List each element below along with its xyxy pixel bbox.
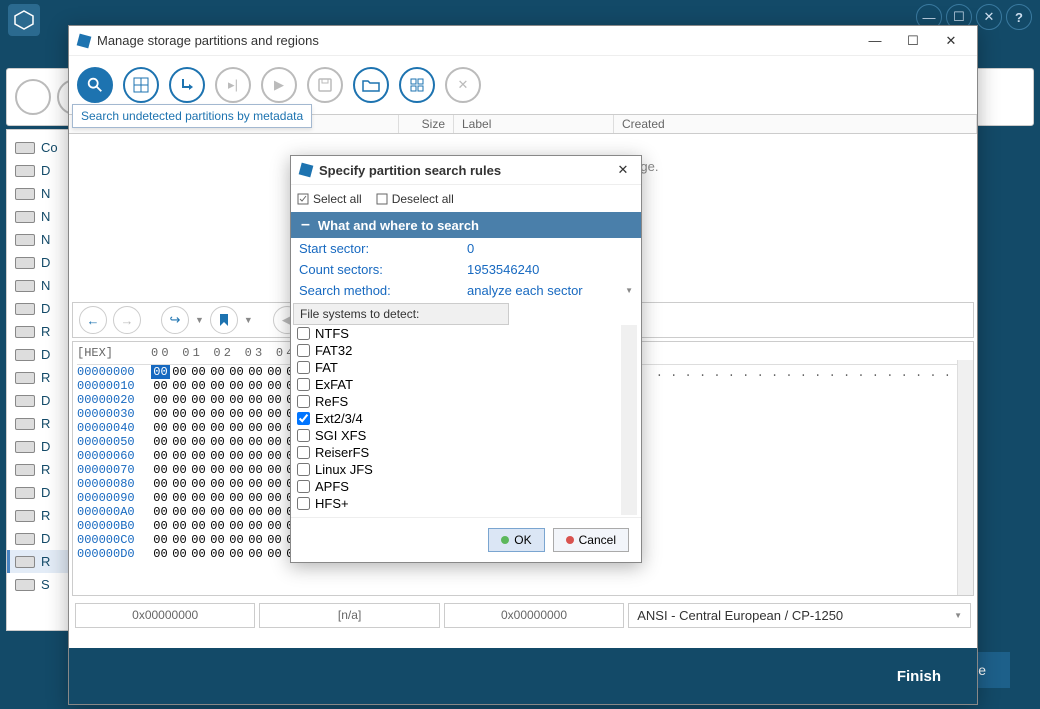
open-folder-button[interactable]	[353, 67, 389, 103]
fs-checkbox-item[interactable]: ReFS	[295, 393, 621, 410]
turn-arrow-button[interactable]	[169, 67, 205, 103]
cancel-x-button[interactable]: ✕	[445, 67, 481, 103]
search-method-label: Search method:	[299, 283, 467, 298]
grid-button[interactable]	[123, 67, 159, 103]
hex-scrollbar[interactable]	[957, 360, 973, 595]
fs-checkbox[interactable]	[297, 378, 310, 391]
fs-checkbox-item[interactable]: FAT32	[295, 342, 621, 359]
nav-back-button[interactable]: ←	[79, 306, 107, 334]
fs-list: ʌ v NTFSFAT32FATExFATReFSExt2/3/4SGI XFS…	[295, 325, 637, 515]
bg-close-icon[interactable]: ✕	[976, 4, 1002, 30]
options-button[interactable]	[399, 67, 435, 103]
start-sector-value[interactable]: 0	[467, 241, 633, 256]
fs-checkbox-item[interactable]: ReiserFS	[295, 444, 621, 461]
status-na: [n/a]	[259, 603, 439, 628]
cancel-dot-icon	[566, 536, 574, 544]
dialog-title: Specify partition search rules	[319, 163, 607, 178]
partition-search-dialog: Specify partition search rules ✕ Select …	[290, 155, 642, 563]
skip-end-button[interactable]: ▸|	[215, 67, 251, 103]
status-offset2: 0x00000000	[444, 603, 624, 628]
dialog-icon	[299, 163, 313, 177]
nav-fwd-button[interactable]: →	[113, 306, 141, 334]
col-size[interactable]: Size	[399, 115, 454, 133]
ok-button[interactable]: OK	[488, 528, 544, 552]
fs-checkbox[interactable]	[297, 463, 310, 476]
maximize-button[interactable]: ☐	[899, 31, 927, 51]
fs-checkbox[interactable]	[297, 497, 310, 510]
count-sectors-value[interactable]: 1953546240	[467, 262, 633, 277]
fs-checkbox-item[interactable]: Linux JFS	[295, 461, 621, 478]
fs-checkbox[interactable]	[297, 429, 310, 442]
status-offset: 0x00000000	[75, 603, 255, 628]
search-method-select[interactable]: analyze each sector	[467, 283, 633, 298]
fs-checkbox-item[interactable]: ExFAT	[295, 376, 621, 393]
fs-checkbox[interactable]	[297, 361, 310, 374]
save-button[interactable]	[307, 67, 343, 103]
col-label[interactable]: Label	[454, 115, 614, 133]
bookmark-button[interactable]	[210, 306, 238, 334]
count-sectors-label: Count sectors:	[299, 262, 467, 277]
minimize-button[interactable]: —	[861, 31, 889, 51]
fs-checkbox[interactable]	[297, 327, 310, 340]
deselect-all-button[interactable]: Deselect all	[376, 192, 454, 206]
play-button[interactable]: ▶	[261, 67, 297, 103]
window-title: Manage storage partitions and regions	[97, 33, 855, 48]
encoding-select[interactable]: ANSI - Central European / CP-1250	[628, 603, 971, 628]
scroll-up-icon[interactable]: ʌ	[621, 475, 637, 491]
close-button[interactable]: ✕	[937, 31, 965, 51]
goto-button[interactable]: ↪	[161, 306, 189, 334]
search-tooltip: Search undetected partitions by metadata	[72, 104, 312, 128]
col-created[interactable]: Created	[614, 115, 977, 133]
fs-checkbox-item[interactable]: SGI XFS	[295, 427, 621, 444]
fs-checkbox-item[interactable]: APFS	[295, 478, 621, 495]
fs-checkbox[interactable]	[297, 395, 310, 408]
collapse-icon: –	[301, 217, 310, 233]
section-header[interactable]: – What and where to search	[291, 212, 641, 238]
select-all-button[interactable]: Select all	[297, 192, 362, 206]
fs-checkbox-item[interactable]: Ext2/3/4	[295, 410, 621, 427]
fs-header: File systems to detect:	[293, 303, 509, 325]
ok-dot-icon	[501, 536, 509, 544]
hex-ascii: . . . . . . . . . . . . . . . . . . . . …	[656, 366, 951, 380]
toolbar: ▸| ▶ ✕ Search undetected partitions by m…	[69, 56, 977, 114]
bg-tool-icon[interactable]	[15, 79, 51, 115]
fs-checkbox[interactable]	[297, 344, 310, 357]
finish-button[interactable]: Finish	[891, 667, 947, 686]
app-logo-icon	[8, 4, 40, 36]
fs-checkbox[interactable]	[297, 412, 310, 425]
scroll-down-icon[interactable]: v	[621, 497, 637, 513]
dialog-close-button[interactable]: ✕	[613, 160, 633, 180]
fs-checkbox-item[interactable]: HFS+	[295, 495, 621, 512]
help-icon[interactable]: ?	[1006, 4, 1032, 30]
window-icon	[77, 34, 91, 48]
cancel-button[interactable]: Cancel	[553, 528, 629, 552]
fs-checkbox[interactable]	[297, 446, 310, 459]
start-sector-label: Start sector:	[299, 241, 467, 256]
fs-checkbox-item[interactable]: FAT	[295, 359, 621, 376]
fs-checkbox[interactable]	[297, 480, 310, 493]
search-metadata-button[interactable]	[77, 67, 113, 103]
fs-checkbox-item[interactable]: NTFS	[295, 325, 621, 342]
